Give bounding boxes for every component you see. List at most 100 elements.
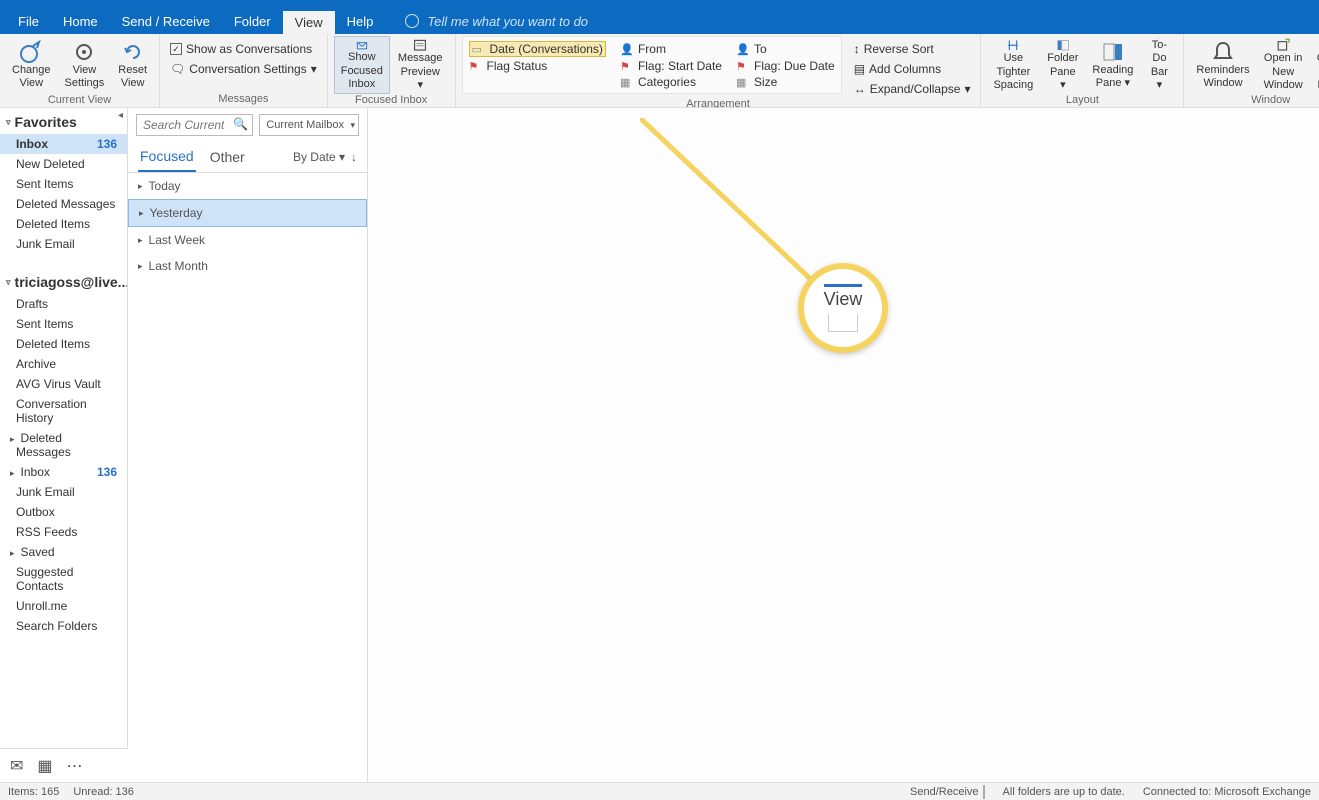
focused-tab[interactable]: Focused bbox=[138, 142, 196, 172]
arrangement-gallery[interactable]: Date (Conversations) From To Flag Status… bbox=[462, 36, 842, 94]
reverse-sort-button[interactable]: ↕Reverse Sort bbox=[850, 40, 975, 58]
arrange-to[interactable]: To bbox=[736, 41, 835, 57]
tell-me-search[interactable]: Tell me what you want to do bbox=[405, 14, 588, 29]
mail-nav-icon[interactable]: ✉ bbox=[10, 756, 23, 776]
nav-bar: ✉ ▦ ⋯ bbox=[0, 748, 128, 782]
folder-item[interactable]: Deleted Items bbox=[0, 214, 127, 234]
folder-item[interactable]: AVG Virus Vault bbox=[0, 374, 127, 394]
search-input[interactable] bbox=[137, 115, 230, 135]
expand-collapse-button[interactable]: ↔Expand/Collapse▾ bbox=[850, 80, 975, 98]
group-label-window: Window bbox=[1190, 94, 1319, 108]
arrange-flag-due[interactable]: Flag: Due Date bbox=[736, 59, 835, 73]
reset-view-button[interactable]: Reset View bbox=[112, 36, 153, 94]
folder-item[interactable]: Outbox bbox=[0, 502, 127, 522]
message-preview-button[interactable]: Message Preview ▾ bbox=[392, 36, 449, 94]
calendar-nav-icon[interactable]: ▦ bbox=[37, 756, 52, 776]
date-group[interactable]: ▸Yesterday bbox=[128, 199, 367, 227]
folder-item[interactable]: ▸Deleted Messages bbox=[0, 428, 127, 462]
arrange-date[interactable]: Date (Conversations) bbox=[469, 41, 606, 57]
folder-item[interactable]: ▸Inbox136 bbox=[0, 462, 127, 482]
group-current-view: Change View View Settings Reset View Cur… bbox=[0, 34, 160, 107]
change-view-button[interactable]: Change View bbox=[6, 36, 57, 94]
folder-item[interactable]: Deleted Items bbox=[0, 334, 127, 354]
search-box[interactable]: 🔍 bbox=[136, 114, 253, 136]
folder-item[interactable]: Deleted Messages bbox=[0, 194, 127, 214]
tab-file[interactable]: File bbox=[6, 8, 51, 34]
folder-item[interactable]: Suggested Contacts bbox=[0, 562, 127, 596]
tab-view[interactable]: View bbox=[283, 8, 335, 34]
folder-item[interactable]: ▸Saved bbox=[0, 542, 127, 562]
gear-icon bbox=[72, 40, 96, 64]
reading-pane: View bbox=[368, 108, 1319, 782]
group-layout: Use Tighter Spacing Folder Pane ▾ Readin… bbox=[981, 34, 1184, 107]
tighter-spacing-button[interactable]: Use Tighter Spacing bbox=[987, 36, 1039, 94]
person-icon bbox=[736, 42, 750, 56]
arrange-flag-status[interactable]: Flag Status bbox=[469, 59, 606, 73]
folder-item[interactable]: Sent Items bbox=[0, 314, 127, 334]
folder-item[interactable]: Sent Items bbox=[0, 174, 127, 194]
triangle-down-icon: ▿ bbox=[6, 277, 11, 288]
reading-pane-button[interactable]: Reading Pane ▾ bbox=[1086, 36, 1139, 94]
reverse-sort-icon: ↕ bbox=[854, 42, 860, 56]
more-nav-icon[interactable]: ⋯ bbox=[67, 756, 83, 776]
person-icon bbox=[620, 42, 634, 56]
folder-item[interactable]: Archive bbox=[0, 354, 127, 374]
search-scope-dropdown[interactable]: Current Mailbox bbox=[259, 114, 359, 136]
arrange-size[interactable]: Size bbox=[736, 75, 835, 89]
flag-icon bbox=[620, 59, 634, 73]
date-group[interactable]: ▸Today bbox=[128, 173, 367, 199]
folder-pane-icon bbox=[1051, 38, 1075, 52]
tab-folder[interactable]: Folder bbox=[222, 8, 283, 34]
show-as-conversations-checkbox[interactable]: ✓ Show as Conversations bbox=[166, 40, 316, 58]
message-list-pane: 🔍 Current Mailbox Focused Other By Date … bbox=[128, 108, 368, 782]
checkbox-icon: ✓ bbox=[170, 43, 182, 55]
search-icon[interactable]: 🔍 bbox=[233, 117, 248, 131]
arrange-flag-start[interactable]: Flag: Start Date bbox=[620, 59, 722, 73]
folder-item[interactable]: Unroll.me bbox=[0, 596, 127, 616]
close-all-button[interactable]: Close All Items bbox=[1311, 36, 1319, 94]
tab-home[interactable]: Home bbox=[51, 8, 110, 34]
folder-item[interactable]: RSS Feeds bbox=[0, 522, 127, 542]
show-focused-inbox-button[interactable]: Show Focused Inbox bbox=[334, 36, 390, 94]
open-new-window-button[interactable]: Open in New Window bbox=[1258, 36, 1309, 94]
callout-text: View bbox=[824, 284, 863, 310]
folder-item[interactable]: Junk Email bbox=[0, 234, 127, 254]
folder-item[interactable]: Drafts bbox=[0, 294, 127, 314]
add-columns-button[interactable]: ▤Add Columns bbox=[850, 60, 975, 78]
conversation-settings-button[interactable]: 🗨 Conversation Settings ▾ bbox=[166, 60, 321, 78]
sort-direction[interactable]: ↓ bbox=[351, 150, 357, 164]
change-view-label: Change View bbox=[12, 64, 51, 90]
open-new-label: Open in New Window bbox=[1264, 52, 1303, 92]
date-group[interactable]: ▸Last Month bbox=[128, 253, 367, 279]
other-tab[interactable]: Other bbox=[208, 143, 247, 171]
message-preview-label: Message Preview ▾ bbox=[398, 52, 443, 92]
todo-bar-label: To-Do Bar ▾ bbox=[1147, 39, 1171, 92]
reminders-window-button[interactable]: Reminders Window bbox=[1190, 36, 1255, 94]
arrange-from[interactable]: From bbox=[620, 41, 722, 57]
arrange-categories[interactable]: Categories bbox=[620, 75, 722, 89]
tab-sendreceive[interactable]: Send / Receive bbox=[110, 8, 222, 34]
account-header[interactable]: ▿triciagoss@live.... bbox=[0, 268, 127, 294]
conversation-settings-icon: 🗨 bbox=[170, 62, 185, 76]
folder-item[interactable]: New Deleted bbox=[0, 154, 127, 174]
tab-help[interactable]: Help bbox=[335, 8, 386, 34]
categories-icon bbox=[620, 75, 634, 89]
folder-item[interactable]: Search Folders bbox=[0, 616, 127, 636]
todo-bar-button[interactable]: To-Do Bar ▾ bbox=[1141, 36, 1177, 94]
status-bar: Items: 165 Unread: 136 Send/Receive All … bbox=[0, 782, 1319, 800]
change-view-icon bbox=[19, 40, 43, 64]
chevron-down-icon: ▾ bbox=[964, 82, 970, 96]
sort-by-date[interactable]: By Date ▾ bbox=[293, 150, 345, 164]
collapse-folder-pane[interactable]: ◂ bbox=[118, 110, 123, 121]
folder-item[interactable]: Inbox136 bbox=[0, 134, 127, 154]
folder-item[interactable]: Junk Email bbox=[0, 482, 127, 502]
size-icon bbox=[736, 75, 750, 89]
flag-icon bbox=[736, 59, 750, 73]
callout-shadow bbox=[828, 314, 858, 332]
group-label-current-view: Current View bbox=[6, 94, 153, 108]
folder-item[interactable]: Conversation History bbox=[0, 394, 127, 428]
favorites-header[interactable]: ▿Favorites bbox=[0, 108, 127, 134]
view-settings-button[interactable]: View Settings bbox=[59, 36, 111, 94]
folder-pane-button[interactable]: Folder Pane ▾ bbox=[1041, 36, 1084, 94]
date-group[interactable]: ▸Last Week bbox=[128, 227, 367, 253]
